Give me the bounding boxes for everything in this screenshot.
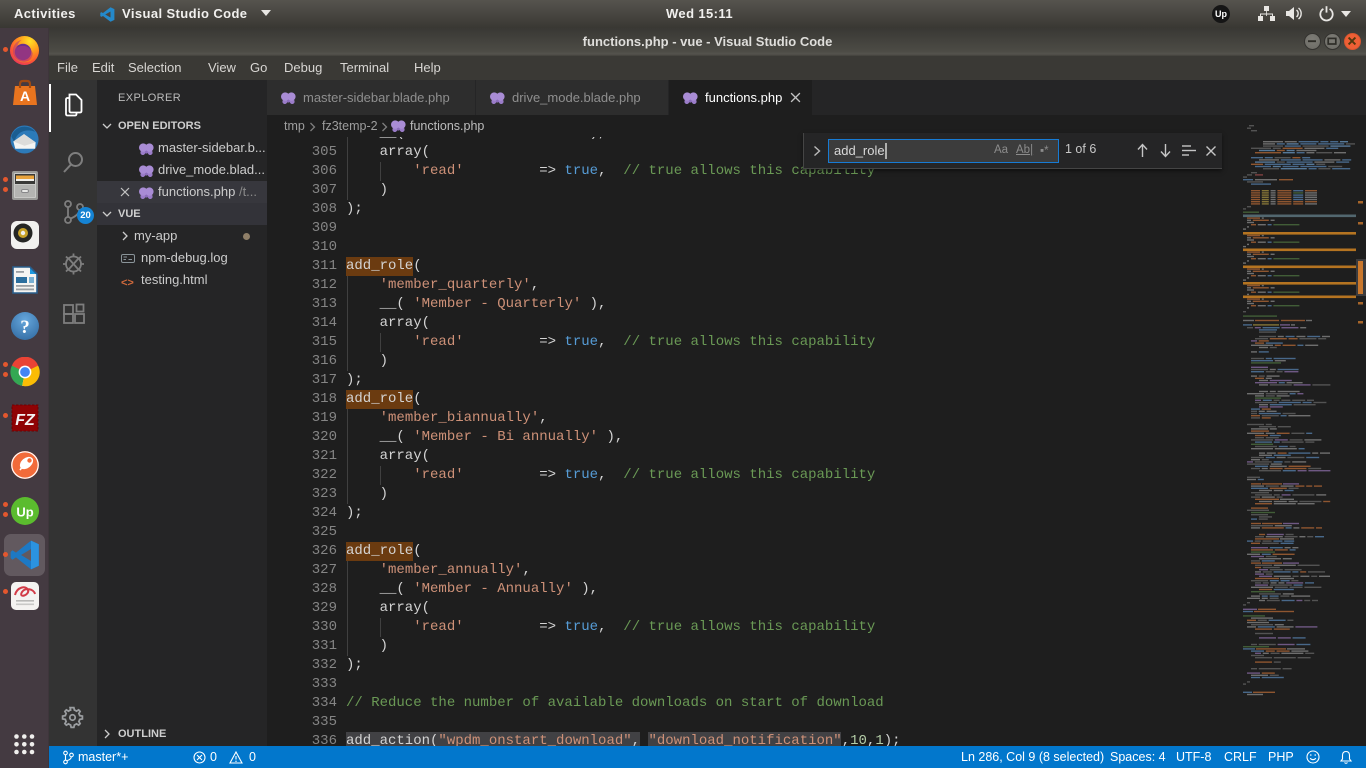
svg-text:Up: Up: [16, 505, 33, 520]
svg-text:FZ: FZ: [15, 412, 36, 429]
svg-text:?: ?: [20, 317, 30, 338]
svg-text:A: A: [20, 88, 30, 104]
